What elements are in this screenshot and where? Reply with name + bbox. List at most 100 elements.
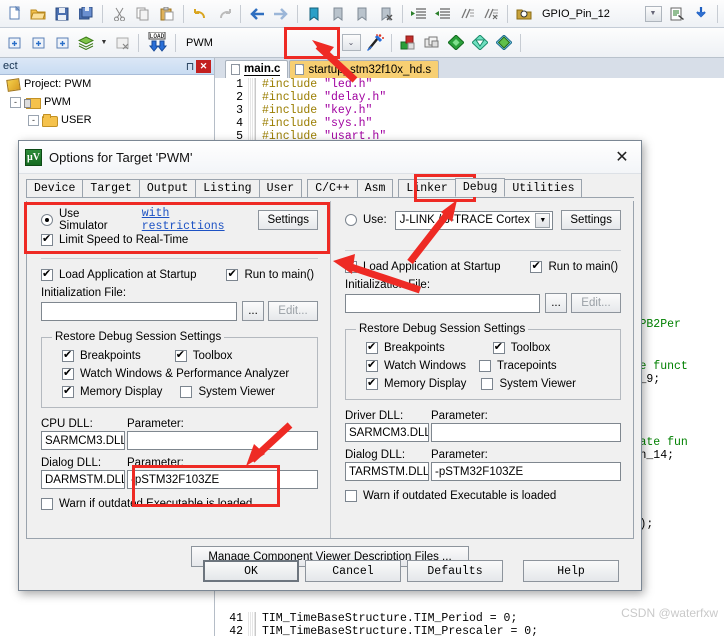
layers-dropdown-icon[interactable]: ▼ bbox=[99, 32, 109, 54]
batch-build-icon[interactable] bbox=[421, 32, 443, 54]
tab-target[interactable]: Target bbox=[82, 179, 140, 197]
use-simulator-row[interactable]: Use Simulator with restrictions Settings bbox=[41, 207, 318, 233]
bookmark-clear-icon[interactable] bbox=[375, 3, 397, 25]
driver-combo[interactable]: J-LINK / J-TRACE Cortex ▼ bbox=[394, 210, 554, 230]
init-file-input[interactable] bbox=[41, 301, 237, 321]
tree-item-pwm[interactable]: - PWM bbox=[0, 93, 214, 111]
dropdown-arrow-icon[interactable]: ▼ bbox=[642, 3, 664, 25]
system-viewer-checkbox[interactable] bbox=[481, 378, 494, 390]
tab-debug[interactable]: Debug bbox=[454, 178, 506, 197]
cancel-button[interactable]: Cancel bbox=[305, 560, 401, 582]
rebuild-icon[interactable] bbox=[493, 32, 515, 54]
editor-tab-startup[interactable]: startup_stm32f10x_hd.s bbox=[289, 60, 440, 78]
load-icon[interactable]: LOAD bbox=[144, 31, 170, 54]
load-application-checkbox[interactable] bbox=[345, 259, 357, 273]
cpu-parameter-input[interactable] bbox=[127, 431, 318, 450]
build-icon[interactable] bbox=[397, 32, 419, 54]
layers-icon[interactable] bbox=[75, 32, 97, 54]
paste-icon[interactable] bbox=[156, 3, 178, 25]
find-in-files-icon[interactable] bbox=[513, 3, 535, 25]
init-file-edit-button[interactable]: Edit... bbox=[571, 293, 621, 313]
save-all-icon[interactable] bbox=[75, 3, 97, 25]
bookmark-prev-icon[interactable] bbox=[327, 3, 349, 25]
indent-icon[interactable] bbox=[408, 3, 430, 25]
dialog-parameter-input[interactable]: -pSTM32F103ZE bbox=[127, 470, 318, 489]
back-icon[interactable] bbox=[246, 3, 268, 25]
tab-asm[interactable]: Asm bbox=[356, 179, 394, 197]
configure-icon[interactable] bbox=[666, 3, 688, 25]
breakpoint-icon[interactable] bbox=[27, 32, 49, 54]
with-restrictions-link[interactable]: with restrictions bbox=[142, 207, 241, 233]
load-application-checkbox[interactable] bbox=[41, 267, 53, 281]
tab-user[interactable]: User bbox=[258, 179, 303, 197]
uncomment-icon[interactable] bbox=[480, 3, 502, 25]
init-file-browse-button[interactable]: ... bbox=[242, 301, 264, 321]
chevron-down-icon[interactable]: ▼ bbox=[535, 212, 551, 228]
symbol-combo-value[interactable]: GPIO_Pin_12 bbox=[536, 8, 616, 20]
dialog-parameter-input[interactable]: -pSTM32F103ZE bbox=[431, 462, 621, 481]
init-file-input[interactable] bbox=[345, 293, 540, 313]
memory-display-checkbox[interactable] bbox=[366, 376, 378, 390]
watch-windows-checkbox[interactable] bbox=[366, 358, 378, 372]
bookmark-toggle-icon[interactable] bbox=[303, 3, 325, 25]
comment-icon[interactable] bbox=[456, 3, 478, 25]
undo-icon[interactable] bbox=[189, 3, 211, 25]
warn-outdated-checkbox[interactable] bbox=[345, 490, 357, 502]
tab-c-cpp[interactable]: C/C++ bbox=[307, 179, 358, 197]
use-driver-row[interactable]: Use: J-LINK / J-TRACE Cortex ▼ Settings bbox=[345, 210, 621, 230]
run-to-main-checkbox[interactable] bbox=[226, 267, 239, 281]
cpu-dll-input[interactable]: SARMCM3.DLL bbox=[41, 431, 125, 450]
bookmark-next-icon[interactable] bbox=[351, 3, 373, 25]
driver-settings-button[interactable]: Settings bbox=[561, 210, 621, 230]
outdent-icon[interactable] bbox=[432, 3, 454, 25]
watch-windows-checkbox[interactable] bbox=[62, 366, 74, 380]
dialog-dll-input[interactable]: DARMSTM.DLL bbox=[41, 470, 125, 489]
insert-bookmark-icon[interactable] bbox=[3, 32, 25, 54]
tab-listing[interactable]: Listing bbox=[195, 179, 260, 197]
ok-button[interactable]: OK bbox=[203, 560, 299, 582]
limit-speed-row[interactable]: Limit Speed to Real-Time bbox=[41, 231, 318, 249]
use-driver-radio[interactable] bbox=[345, 214, 357, 226]
forward-icon[interactable] bbox=[270, 3, 292, 25]
tab-linker[interactable]: Linker bbox=[398, 179, 456, 197]
warn-outdated-checkbox[interactable] bbox=[41, 498, 53, 510]
run-to-main-checkbox[interactable] bbox=[530, 259, 543, 273]
dialog-dll-input[interactable]: TARMSTM.DLL bbox=[345, 462, 429, 481]
tab-utilities[interactable]: Utilities bbox=[504, 179, 583, 197]
tree-item-project[interactable]: Project: PWM bbox=[0, 75, 214, 93]
translate-icon[interactable] bbox=[445, 32, 467, 54]
build-target-icon[interactable] bbox=[469, 32, 491, 54]
copy-icon[interactable] bbox=[132, 3, 154, 25]
cut-icon[interactable] bbox=[108, 3, 130, 25]
toolbox-checkbox[interactable] bbox=[492, 340, 505, 354]
tree-twisty[interactable]: - bbox=[10, 96, 21, 108]
init-file-edit-button[interactable]: Edit... bbox=[268, 301, 318, 321]
simulator-settings-button[interactable]: Settings bbox=[258, 210, 318, 230]
target-options-magic-wand-icon[interactable] bbox=[364, 32, 386, 54]
close-icon[interactable]: ✕ bbox=[196, 59, 211, 73]
tab-output[interactable]: Output bbox=[138, 179, 197, 197]
open-folder-icon[interactable] bbox=[27, 3, 49, 25]
disable-breakpoints-icon[interactable] bbox=[111, 32, 133, 54]
system-viewer-checkbox[interactable] bbox=[180, 386, 193, 398]
target-dropdown-arrow-icon[interactable]: ⌄ bbox=[340, 32, 362, 54]
breakpoints-checkbox[interactable] bbox=[366, 340, 378, 354]
tree-item-user[interactable]: - USER bbox=[0, 111, 214, 129]
memory-display-checkbox[interactable] bbox=[62, 384, 74, 398]
breakpoints-checkbox[interactable] bbox=[62, 348, 74, 362]
tree-twisty[interactable]: - bbox=[28, 114, 39, 126]
target-combo-value[interactable]: PWM bbox=[180, 37, 310, 49]
debug-icon[interactable] bbox=[690, 3, 712, 25]
tracepoints-checkbox[interactable] bbox=[479, 360, 492, 372]
redo-icon[interactable] bbox=[213, 3, 235, 25]
close-icon[interactable]: ✕ bbox=[609, 145, 635, 169]
new-file-icon[interactable] bbox=[3, 3, 25, 25]
limit-speed-checkbox[interactable] bbox=[41, 232, 53, 246]
init-file-browse-button[interactable]: ... bbox=[545, 293, 567, 313]
use-simulator-radio[interactable] bbox=[41, 214, 53, 226]
defaults-button[interactable]: Defaults bbox=[407, 560, 503, 582]
tab-device[interactable]: Device bbox=[26, 179, 84, 197]
driver-parameter-input[interactable] bbox=[431, 423, 621, 442]
pin-icon[interactable]: ⊓ bbox=[184, 60, 196, 73]
editor-tab-main-c[interactable]: main.c bbox=[225, 60, 289, 78]
